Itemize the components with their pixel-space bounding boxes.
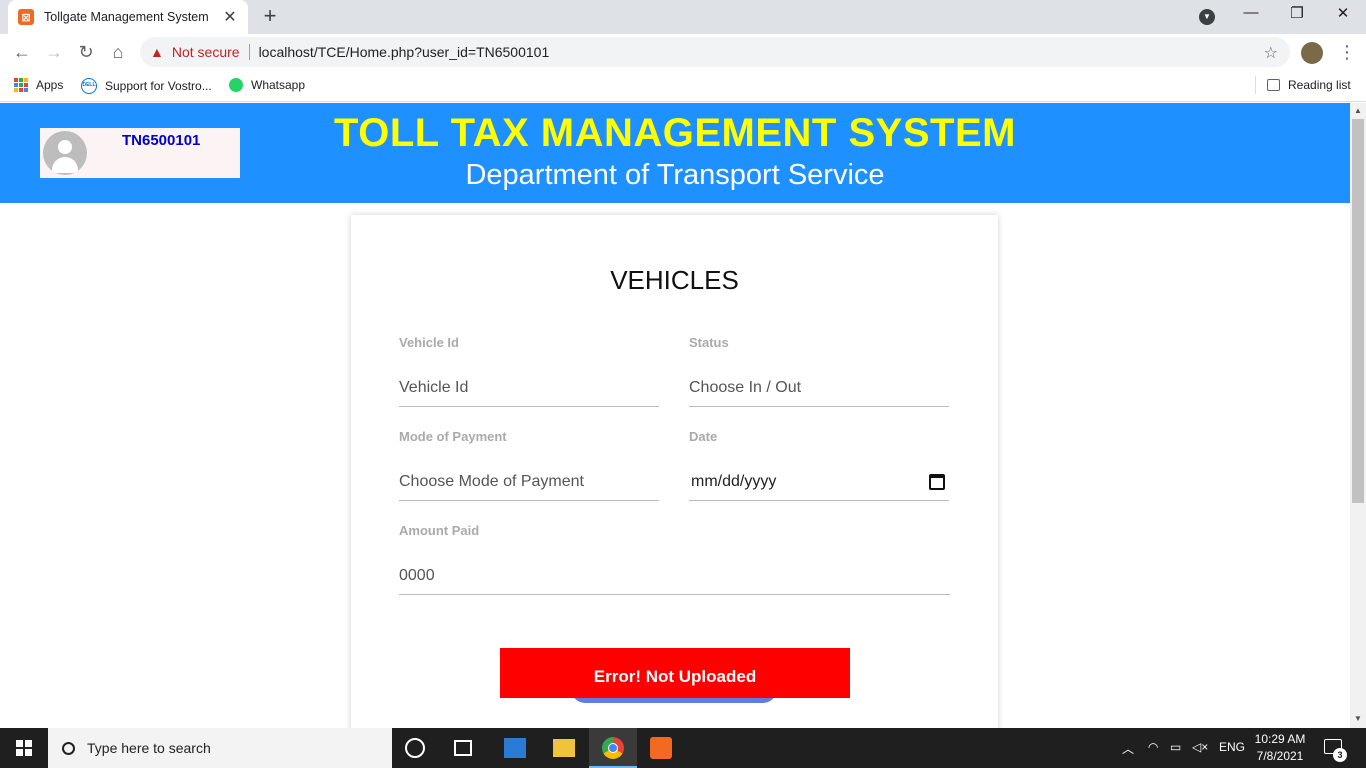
amount-input[interactable]: 0000: [399, 557, 950, 595]
bookmark-label: Support for Vostro...: [105, 79, 212, 93]
payment-field: Mode of Payment Choose Mode of Payment: [399, 429, 659, 501]
reading-list-label: Reading list: [1288, 78, 1351, 92]
bookmark-label: Whatsapp: [251, 78, 306, 92]
scroll-thumb[interactable]: [1352, 119, 1364, 503]
page-viewport: TN6500101 TOLL TAX MANAGEMENT SYSTEM Dep…: [0, 103, 1350, 728]
vehicle-id-field: Vehicle Id Vehicle Id: [399, 335, 659, 407]
volume-muted-icon[interactable]: ◁×: [1192, 740, 1208, 754]
bookmark-star-icon[interactable]: ☆: [1264, 43, 1278, 63]
tab-title: Tollgate Management System: [44, 10, 209, 24]
search-icon: [62, 741, 75, 755]
bookmark-label: Apps: [36, 78, 64, 92]
reload-icon[interactable]: ↻: [74, 40, 98, 64]
tab-search-icon[interactable]: ▼: [1199, 9, 1215, 25]
bookmark-apps[interactable]: Apps: [14, 78, 63, 92]
bookmark-dell-support[interactable]: DELL Support for Vostro...: [81, 78, 212, 94]
bookmark-whatsapp[interactable]: Whatsapp: [229, 78, 305, 92]
taskbar-clock[interactable]: 10:29 AM 7/8/2021: [1248, 731, 1312, 765]
task-view-icon[interactable]: [454, 740, 472, 756]
browser-toolbar: ← → ↻ ⌂ ▲ Not secure localhost/TCE/Home.…: [0, 34, 1366, 70]
field-label: Date: [689, 429, 718, 444]
xampp-favicon-icon: ⊠: [18, 9, 34, 25]
address-bar[interactable]: ▲ Not secure localhost/TCE/Home.php?user…: [140, 37, 1290, 67]
page-scrollbar[interactable]: ▲ ▼: [1350, 103, 1366, 728]
browser-tab[interactable]: ⊠ Tollgate Management System ✕: [8, 0, 248, 34]
search-placeholder: Type here to search: [87, 740, 211, 756]
field-label: Mode of Payment: [399, 429, 507, 444]
field-label: Status: [689, 335, 729, 350]
home-icon[interactable]: ⌂: [106, 40, 130, 64]
xampp-icon[interactable]: [650, 737, 672, 759]
vehicle-id-input[interactable]: Vehicle Id: [399, 369, 659, 407]
page-title: TOLL TAX MANAGEMENT SYSTEM: [334, 111, 1016, 155]
omnibox-divider: [248, 44, 250, 60]
bookmarks-bar: Apps DELL Support for Vostro... Whatsapp…: [0, 70, 1366, 102]
show-hidden-icons-icon[interactable]: ︿: [1122, 740, 1134, 757]
field-label: Vehicle Id: [399, 335, 459, 350]
notification-count: 3: [1333, 748, 1347, 762]
profile-avatar[interactable]: [1301, 42, 1323, 64]
windows-taskbar: Type here to search ︿ ◠ ▭ ◁× ENG 10:29 A…: [0, 728, 1366, 768]
back-icon[interactable]: ←: [10, 40, 34, 64]
error-message: Error! Not Uploaded: [500, 648, 850, 698]
windows-logo-icon: [16, 740, 32, 756]
minimize-icon[interactable]: —: [1236, 4, 1266, 21]
whatsapp-icon: [229, 78, 243, 92]
language-indicator[interactable]: ENG: [1219, 740, 1245, 754]
warning-icon: ▲: [150, 44, 164, 60]
start-button[interactable]: [0, 728, 48, 768]
file-explorer-icon[interactable]: [553, 739, 575, 757]
apps-grid-icon: [14, 78, 28, 92]
cortana-icon[interactable]: [405, 738, 425, 758]
chrome-icon[interactable]: [602, 737, 624, 759]
field-label: Amount Paid: [399, 523, 480, 538]
close-tab-icon[interactable]: ✕: [222, 7, 238, 27]
form-heading: VEHICLES: [610, 265, 739, 295]
calendar-icon[interactable]: [929, 473, 945, 490]
date-field: Date mm/dd/yyyy: [689, 429, 949, 501]
forward-icon[interactable]: →: [42, 40, 66, 64]
date-value: mm/dd/yyyy: [691, 472, 777, 490]
header-banner: TN6500101 TOLL TAX MANAGEMENT SYSTEM Dep…: [0, 103, 1350, 203]
battery-icon[interactable]: ▭: [1170, 740, 1181, 754]
wifi-icon[interactable]: ◠: [1148, 740, 1158, 754]
scroll-down-icon[interactable]: ▼: [1350, 714, 1366, 723]
photos-app-icon[interactable]: [504, 738, 526, 758]
clock-time: 10:29 AM: [1254, 732, 1306, 746]
restore-icon[interactable]: ❐: [1282, 4, 1312, 22]
vehicle-form-card: VEHICLES Vehicle Id Vehicle Id Status Ch…: [351, 215, 998, 728]
taskbar-search[interactable]: Type here to search: [48, 728, 392, 768]
clock-date: 7/8/2021: [1256, 749, 1304, 763]
menu-kebab-icon[interactable]: ⋮: [1338, 42, 1356, 63]
new-tab-button[interactable]: +: [258, 5, 282, 29]
dell-icon: DELL: [81, 78, 97, 94]
url-text[interactable]: localhost/TCE/Home.php?user_id=TN6500101: [259, 44, 550, 60]
reading-list-button[interactable]: Reading list: [1267, 78, 1351, 92]
bookmarks-divider: [1255, 76, 1256, 94]
scroll-up-icon[interactable]: ▲: [1350, 106, 1366, 115]
page-subtitle: Department of Transport Service: [465, 159, 885, 191]
tab-strip: ⊠ Tollgate Management System ✕ + ▼ — ❐ ✕: [0, 0, 1366, 34]
amount-field: Amount Paid 0000: [399, 523, 950, 595]
close-window-icon[interactable]: ✕: [1328, 4, 1358, 22]
status-field: Status Choose In / Out: [689, 335, 949, 407]
date-input[interactable]: mm/dd/yyyy: [689, 463, 949, 501]
security-label[interactable]: Not secure: [172, 44, 240, 60]
status-select[interactable]: Choose In / Out: [689, 369, 949, 407]
payment-mode-select[interactable]: Choose Mode of Payment: [399, 463, 659, 501]
reading-list-icon: [1267, 79, 1280, 91]
